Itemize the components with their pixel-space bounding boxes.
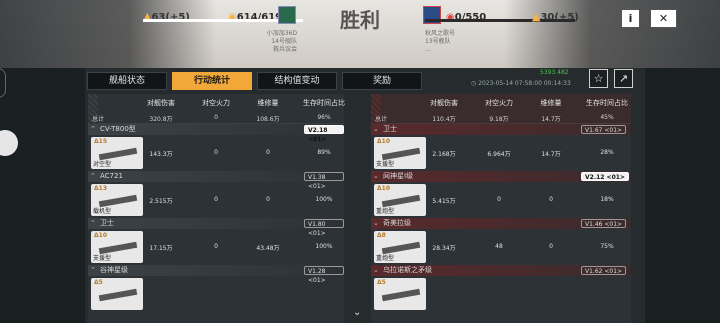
ship-row[interactable]: ⌃ AC721 V1.38 <01> Δ13 载机型 2.515万 0 0 100%	[88, 171, 344, 218]
ship-level: Δ8	[377, 232, 386, 239]
ship-level: Δ10	[377, 185, 390, 192]
star-icon[interactable]: ☆	[589, 69, 608, 88]
version-badge: V1.46 <01>	[581, 219, 627, 228]
stat-value: 5.415万	[432, 198, 456, 205]
stat-value: 14.7万	[541, 151, 561, 158]
stat-value: 0	[266, 149, 270, 156]
info-button[interactable]: i	[621, 9, 640, 28]
left-notes: 小加加36D 14号舰队 救兵议会	[266, 30, 297, 53]
ship-level: Δ5	[377, 279, 386, 286]
result-title: 胜利	[340, 8, 380, 32]
ship-level: Δ15	[94, 138, 107, 145]
battle-time: ◷ 2023-05-14 07:58:00 00:14:33	[471, 80, 571, 87]
ship-row[interactable]: ⌄ 奇美拉级 V1.46 <01> Δ8 重炮型 28.34万 48 0 75%	[371, 218, 631, 265]
tab-action-stats[interactable]: 行动统计	[172, 72, 252, 90]
stat-value: 100%	[315, 243, 333, 250]
ship-class: 对空型	[93, 161, 112, 168]
stat-value: 2.515万	[149, 198, 173, 205]
stat-value: 0	[497, 196, 501, 203]
chevron-down-icon[interactable]: ⌄	[353, 307, 361, 318]
ship-level: Δ10	[377, 138, 390, 145]
stat-value: 0	[214, 149, 218, 156]
ship-type-icon: ⌄	[373, 219, 379, 227]
stat-value: 2.168万	[432, 151, 456, 158]
ship-type-icon: ⌃	[90, 266, 96, 274]
ship-row[interactable]: ⌃ CV-T800型 V2.18 <01> Δ15 对空型 143.3万 0 0 89%	[88, 124, 344, 171]
stat-value: 6.964万	[487, 151, 511, 158]
friendly-panel: 对舰伤害 对空火力 维修量 生存时间占比 总计 320.8万 0 108.6万 …	[88, 94, 345, 323]
stat-value: 100%	[315, 196, 333, 203]
stat-value: 0	[549, 196, 553, 203]
stat-value: 0	[549, 243, 553, 250]
stat-value: 48	[495, 243, 503, 250]
stat-value: 43.48万	[256, 245, 280, 252]
stat-value: 89%	[317, 149, 331, 156]
left-faction-icon	[278, 6, 296, 24]
stat-value: 17.15万	[149, 245, 173, 252]
ship-type-icon: ⌄	[373, 125, 379, 133]
version-badge: V2.18 <01>	[304, 125, 344, 143]
right-notes: 秋风之歌号 13号舰队 ...	[425, 30, 456, 53]
ship-row[interactable]: ⌃ 谷神星级 V1.28 <01> Δ5	[88, 265, 344, 312]
ship-class: 载机型	[93, 208, 112, 215]
ship-row[interactable]: ⌄ 乌拉诺斯之矛级 V1.62 <01> Δ5	[371, 265, 631, 312]
ship-level: Δ10	[94, 232, 107, 239]
ship-class: 重炮型	[376, 208, 395, 215]
stat-value: 143.3万	[149, 151, 173, 158]
tab-structure-change[interactable]: 结构值变动	[257, 72, 337, 90]
enemy-panel: 对舰伤害 对空火力 维修量 生存时间占比 总计 110.4万 9.18万 14.…	[371, 94, 631, 323]
stat-value: 0	[214, 196, 218, 203]
ship-level: Δ5	[94, 279, 103, 286]
ship-level: Δ13	[94, 185, 107, 192]
ship-row[interactable]: ⌃ 卫士 V1.80 <01> Δ10 支援型 17.15万 0 43.48万 100%	[88, 218, 344, 265]
stat-value: 0	[214, 243, 218, 250]
close-button[interactable]: ✕	[650, 9, 677, 28]
version-badge: V1.67 <01>	[581, 125, 627, 134]
stat-value: 0	[266, 196, 270, 203]
version-badge: V1.38 <01>	[304, 172, 344, 190]
version-badge: V1.62 <01>	[581, 266, 627, 275]
ship-type-icon: ⌃	[90, 219, 96, 227]
stats-window: 舰船状态 行动统计 结构值变动 奖励 5393.482 ◷ 2023-05-14…	[85, 68, 645, 323]
stat-value: 28%	[600, 149, 614, 156]
version-badge: V1.28 <01>	[304, 266, 344, 284]
tab-ship-status[interactable]: 舰船状态	[87, 72, 167, 90]
ship-class: 支援型	[376, 161, 395, 168]
ship-type-icon: ⌃	[90, 172, 96, 180]
side-handle[interactable]	[0, 68, 6, 98]
stat-value: 75%	[600, 243, 614, 250]
ship-row[interactable]: ⌄ 阋神星I级 V2.12 <01> Δ10 重炮型 5.415万 0 0 18%	[371, 171, 631, 218]
ship-type-icon: ⌄	[373, 172, 379, 180]
ship-type-icon: ⌄	[373, 266, 379, 274]
stat-value: 28.34万	[432, 245, 456, 252]
version-badge: V2.12 <01>	[581, 172, 629, 181]
ship-class: 支援型	[93, 255, 112, 262]
ship-type-icon: ⌃	[90, 125, 96, 133]
version-badge: V1.80 <01>	[304, 219, 344, 237]
share-icon[interactable]: ↗	[614, 69, 633, 88]
stat-value: 18%	[600, 196, 614, 203]
right-supply: ▲30(+5)	[532, 10, 579, 23]
tab-rewards[interactable]: 奖励	[342, 72, 422, 90]
chat-icon[interactable]	[0, 130, 18, 156]
resource-value: 5393.482	[540, 69, 569, 76]
ship-row[interactable]: ⌄ 卫士 V1.67 <01> Δ10 支援型 2.168万 6.964万 14.7万 28%	[371, 124, 631, 171]
ship-class: 重炮型	[376, 255, 395, 262]
